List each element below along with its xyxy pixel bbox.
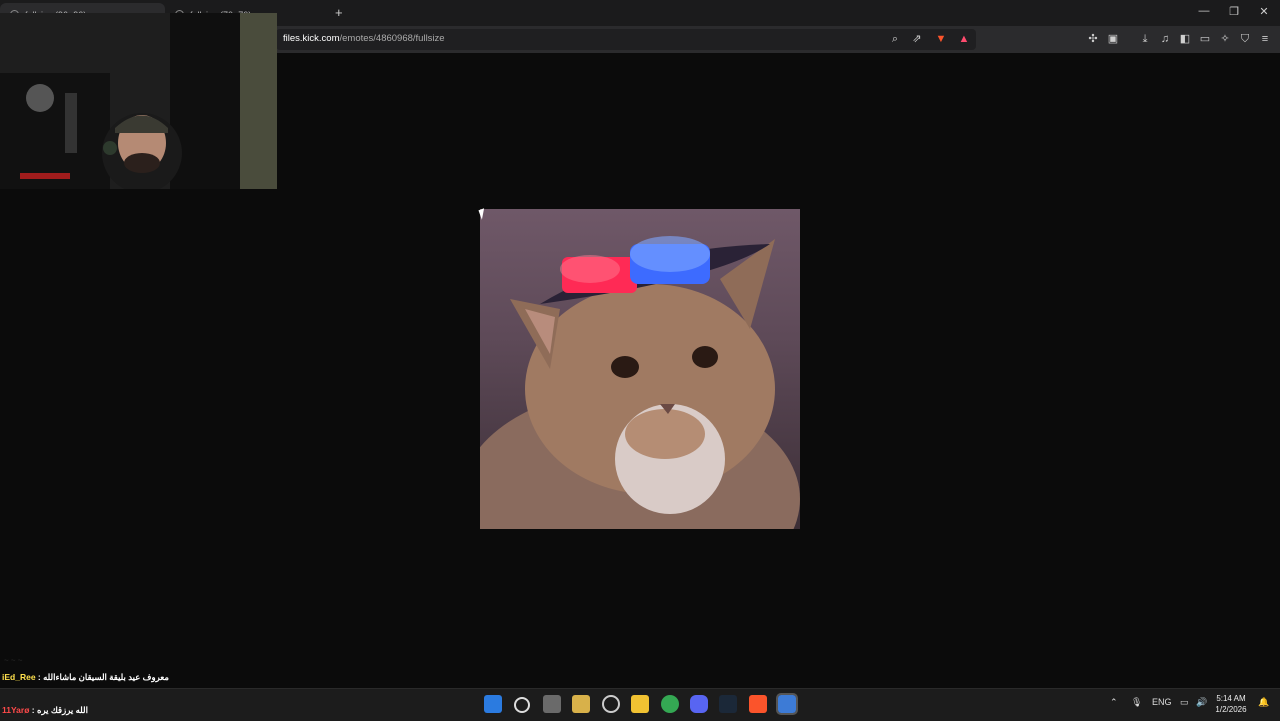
network-icon[interactable]: ▭	[1180, 697, 1189, 708]
brave-rewards-icon[interactable]: ▲	[957, 32, 971, 46]
screenshot-icon[interactable]: ▣	[1106, 32, 1120, 46]
media-icon[interactable]: ♫	[1158, 32, 1172, 46]
emote-image	[480, 209, 800, 529]
download-icon[interactable]: ⤓	[1138, 32, 1152, 46]
brave-shields-icon[interactable]: ▼	[934, 32, 948, 46]
webcam-overlay	[0, 13, 277, 189]
notification-icon[interactable]: 🔔	[1258, 697, 1269, 708]
chrome-icon[interactable]	[661, 695, 679, 713]
extensions-icon[interactable]: ✣	[1086, 32, 1100, 46]
store-icon[interactable]	[572, 695, 590, 713]
clock-time: 5:14 AM	[1216, 694, 1246, 703]
chat-message: 11Yarø : الله يرزقك يره	[2, 705, 88, 716]
webcam-scene	[0, 13, 277, 189]
close-window-button[interactable]: ✕	[1254, 5, 1274, 18]
new-tab-button[interactable]: +	[335, 5, 343, 20]
restore-button[interactable]: ❐	[1224, 5, 1244, 18]
language-indicator[interactable]: ENG	[1152, 697, 1172, 707]
start-menu-icon[interactable]	[484, 695, 502, 713]
wallet-icon[interactable]: ▭	[1198, 32, 1212, 46]
brave-taskbar-icon[interactable]	[749, 695, 767, 713]
microphone-icon[interactable]: 🎙	[1131, 697, 1142, 708]
chat-username: 11Yarø	[2, 705, 30, 715]
system-clock[interactable]: 5:14 AM 1/2/2026	[1208, 693, 1254, 715]
chatgpt-icon[interactable]	[602, 695, 620, 713]
menu-icon[interactable]: ≡	[1258, 32, 1272, 46]
url-host: files.kick.com	[283, 33, 340, 44]
clock-date: 1/2/2026	[1215, 705, 1247, 714]
volume-icon[interactable]: 🔊	[1196, 697, 1207, 708]
url-path: /emotes/4860968/fullsize	[339, 33, 445, 44]
url-text[interactable]: files.kick.com/emotes/4860968/fullsize	[283, 33, 445, 44]
chat-username: iEd_Ree	[2, 672, 36, 682]
discord-icon[interactable]	[690, 695, 708, 713]
minimize-button[interactable]: —	[1194, 5, 1214, 17]
vpn-icon[interactable]: ⛉	[1238, 32, 1252, 46]
file-explorer-icon[interactable]	[631, 695, 649, 713]
search-icon[interactable]	[514, 697, 530, 713]
task-view-icon[interactable]	[543, 695, 561, 713]
share-icon[interactable]: ⇗	[910, 32, 924, 46]
steam-icon[interactable]	[719, 695, 737, 713]
chat-text: : معروف عيد بليقة السيقان ماشاءالله	[37, 672, 169, 682]
chat-text: : الله يرزقك يره	[31, 705, 88, 715]
tray-overflow-icon[interactable]: ⌃	[1110, 697, 1118, 708]
active-app-icon[interactable]	[776, 693, 798, 715]
leo-ai-icon[interactable]: ✧	[1218, 32, 1232, 46]
chat-message: iEd_Ree : معروف عيد بليقة السيقان ماشاءا…	[2, 672, 169, 683]
faded-chat-line: ~ ~ ~	[4, 656, 23, 665]
cat-emote-illustration	[480, 236, 800, 529]
zoom-icon[interactable]: ⌕	[888, 32, 902, 46]
sidebar-icon[interactable]: ◧	[1178, 32, 1192, 46]
